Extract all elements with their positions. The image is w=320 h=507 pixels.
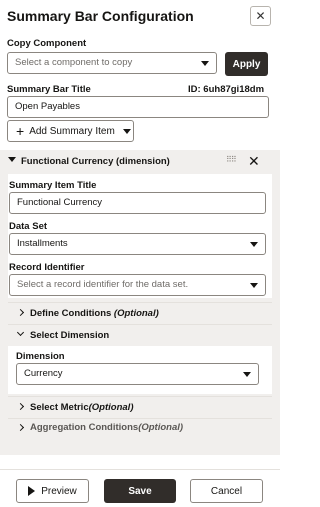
- aggregation-conditions-title: Aggregation Conditions(Optional): [30, 422, 184, 432]
- record-identifier-select[interactable]: Select a record identifier for the data …: [9, 274, 266, 296]
- plus-icon: +: [16, 123, 25, 139]
- data-set-label: Data Set: [9, 221, 48, 232]
- cancel-button[interactable]: Cancel: [190, 479, 263, 503]
- define-conditions-title: Define Conditions (Optional): [30, 308, 159, 319]
- summary-item-title[interactable]: Functional Currency (dimension): [21, 156, 170, 167]
- select-metric-title: Select Metric(Optional): [30, 402, 134, 413]
- summary-item-title-label: Summary Item Title: [9, 180, 97, 191]
- apply-button[interactable]: Apply: [225, 52, 268, 76]
- record-identifier-label: Record Identifier: [9, 262, 85, 273]
- copy-component-placeholder: Select a component to copy: [15, 57, 133, 68]
- close-panel-button[interactable]: ✕: [250, 6, 271, 26]
- chevron-down-icon: [16, 328, 25, 337]
- summary-bar-title-value: Open Payables: [15, 101, 80, 112]
- copy-component-label: Copy Component: [7, 38, 87, 49]
- dimension-label: Dimension: [16, 351, 65, 362]
- chevron-down-icon: [250, 242, 258, 247]
- summary-item-title-input[interactable]: Functional Currency: [9, 192, 266, 214]
- summary-bar-title-label: Summary Bar Title: [7, 84, 91, 95]
- chevron-right-icon: [16, 402, 25, 411]
- select-dimension-title: Select Dimension: [30, 330, 110, 341]
- summary-item-title-value: Functional Currency: [17, 197, 103, 208]
- chevron-right-icon: [16, 423, 25, 432]
- chevron-down-icon[interactable]: [8, 157, 16, 162]
- add-summary-item-label: Add Summary Item: [29, 125, 115, 137]
- select-dimension-row[interactable]: Select Dimension: [8, 324, 272, 346]
- summary-bar-title-input[interactable]: Open Payables: [7, 96, 269, 118]
- define-conditions-row[interactable]: Define Conditions (Optional): [8, 302, 272, 324]
- panel-title: Summary Bar Configuration: [7, 8, 194, 24]
- panel-header: Summary Bar Configuration ✕: [0, 0, 280, 32]
- dimension-value: Currency: [24, 368, 63, 379]
- data-set-select[interactable]: Installments: [9, 233, 266, 255]
- component-id: ID: 6uh87gi18dm: [188, 84, 265, 95]
- chevron-right-icon: [16, 308, 25, 317]
- chevron-down-icon: [201, 61, 209, 66]
- aggregation-conditions-row[interactable]: Aggregation Conditions(Optional): [8, 418, 272, 432]
- chevron-down-icon: [243, 372, 251, 377]
- record-identifier-placeholder: Select a record identifier for the data …: [17, 279, 189, 290]
- preview-label: Preview: [41, 485, 77, 497]
- dimension-select[interactable]: Currency: [16, 363, 259, 385]
- select-metric-row[interactable]: Select Metric(Optional): [8, 396, 272, 418]
- copy-component-select[interactable]: Select a component to copy: [7, 52, 217, 74]
- add-summary-item-button[interactable]: + Add Summary Item: [7, 120, 134, 142]
- data-set-value: Installments: [17, 238, 68, 249]
- close-icon: ✕: [255, 9, 266, 23]
- remove-summary-item-button[interactable]: ✕: [248, 153, 260, 170]
- play-icon: [28, 486, 36, 496]
- chevron-down-icon: [250, 283, 258, 288]
- chevron-down-icon: [122, 128, 131, 134]
- preview-button[interactable]: Preview: [16, 479, 89, 503]
- save-button[interactable]: Save: [104, 479, 176, 503]
- drag-handle-icon[interactable]: ⠿⠿: [226, 155, 237, 164]
